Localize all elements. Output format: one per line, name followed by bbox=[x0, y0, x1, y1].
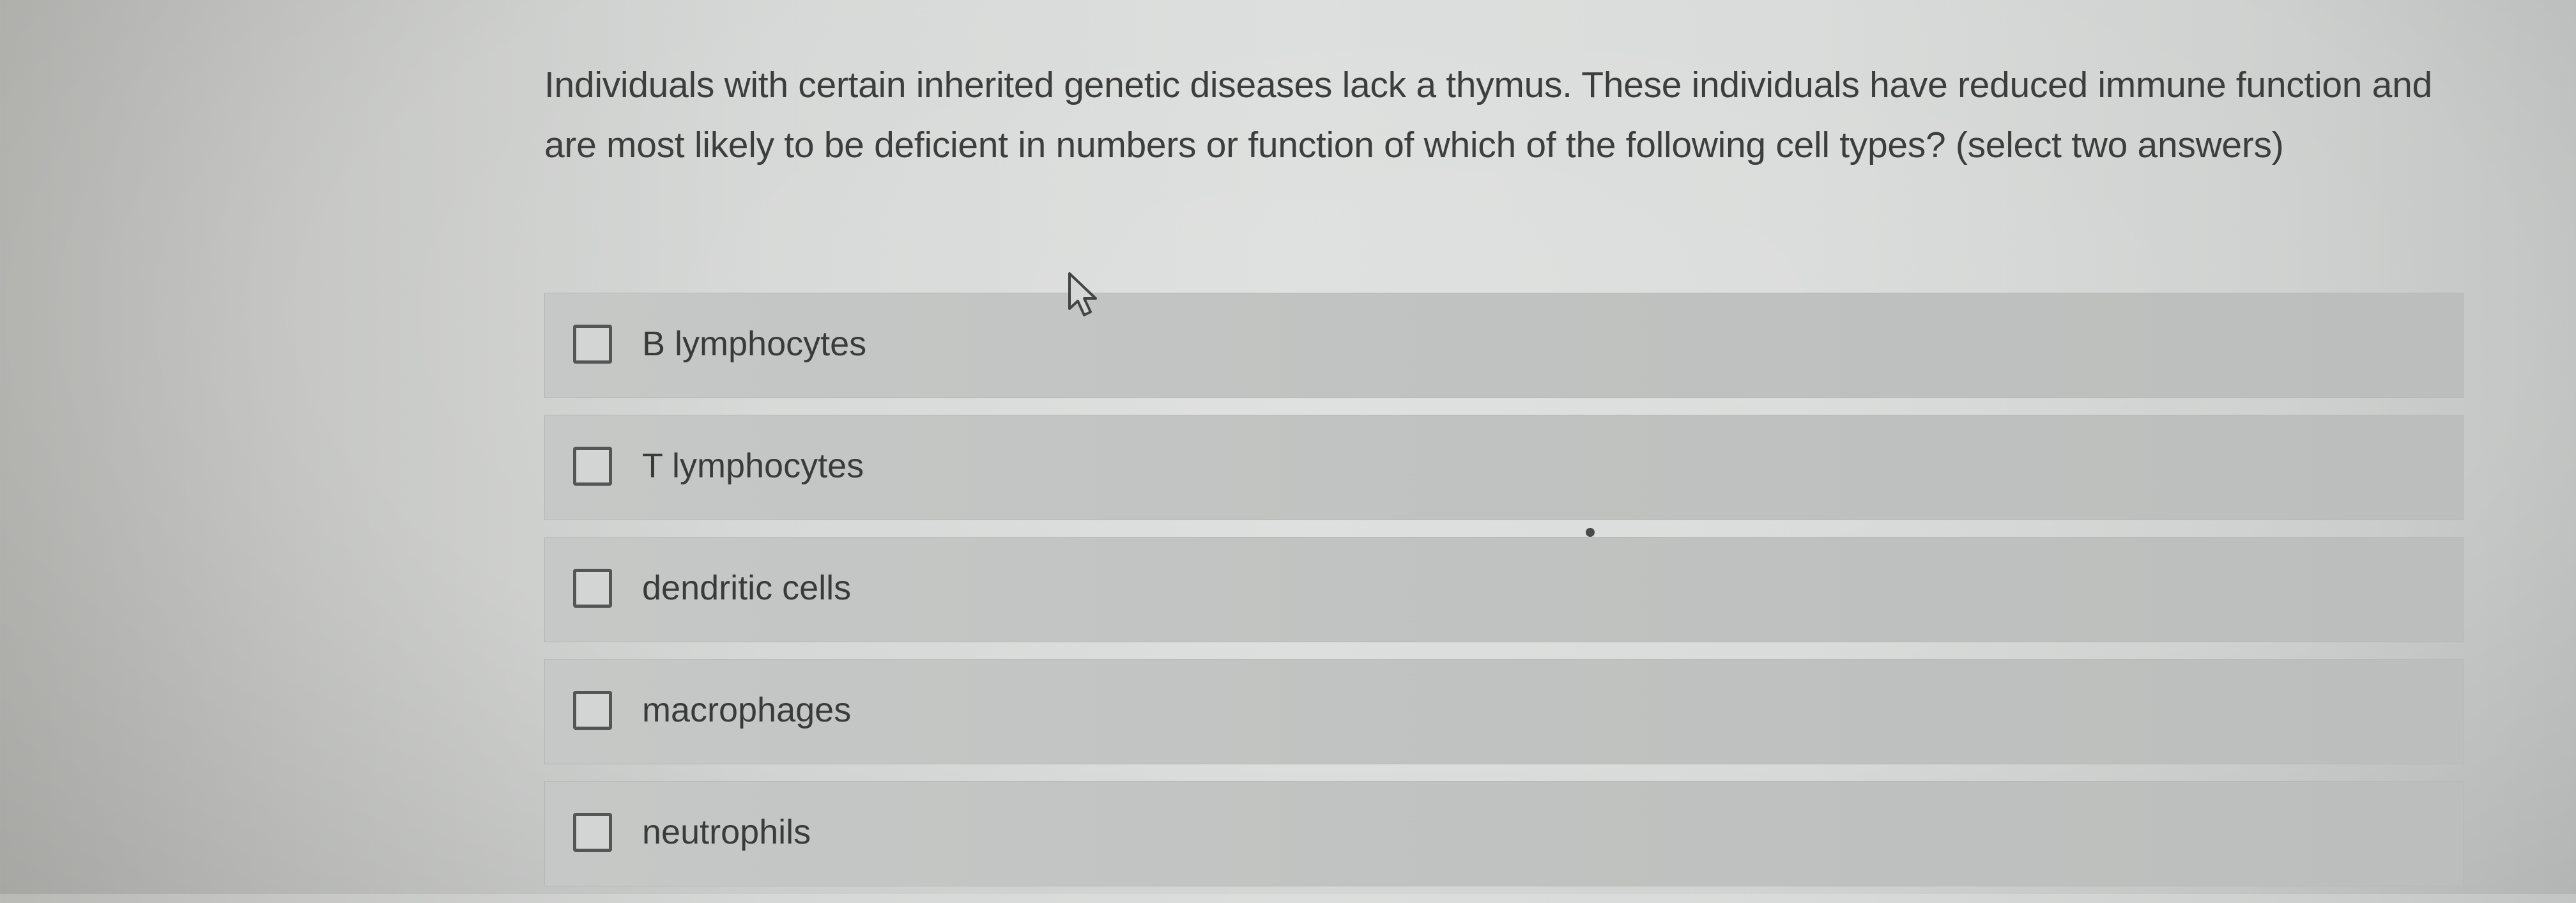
option-dendritic-cells[interactable]: dendritic cells bbox=[544, 537, 2464, 642]
checkbox-macrophages[interactable] bbox=[573, 691, 612, 730]
option-label: macrophages bbox=[642, 691, 852, 729]
question-text: Individuals with certain inherited genet… bbox=[544, 65, 2432, 166]
screen-speck bbox=[1586, 528, 1595, 537]
checkbox-dendritic-cells[interactable] bbox=[573, 569, 612, 608]
checkbox-neutrophils[interactable] bbox=[573, 813, 612, 852]
option-b-lymphocytes[interactable]: B lymphocytes bbox=[544, 293, 2464, 398]
option-macrophages[interactable]: macrophages bbox=[544, 659, 2464, 764]
option-label: neutrophils bbox=[642, 813, 811, 851]
option-neutrophils[interactable]: neutrophils bbox=[544, 781, 2464, 886]
mouse-pointer-icon bbox=[1068, 272, 1097, 316]
option-label: T lymphocytes bbox=[642, 447, 864, 485]
option-label: dendritic cells bbox=[642, 569, 852, 607]
checkbox-b-lymphocytes[interactable] bbox=[573, 325, 612, 364]
option-t-lymphocytes[interactable]: T lymphocytes bbox=[544, 415, 2464, 520]
checkbox-t-lymphocytes[interactable] bbox=[573, 447, 612, 486]
option-label: B lymphocytes bbox=[642, 325, 867, 363]
answer-options: B lymphocytes T lymphocytes dendritic ce… bbox=[544, 293, 2464, 903]
